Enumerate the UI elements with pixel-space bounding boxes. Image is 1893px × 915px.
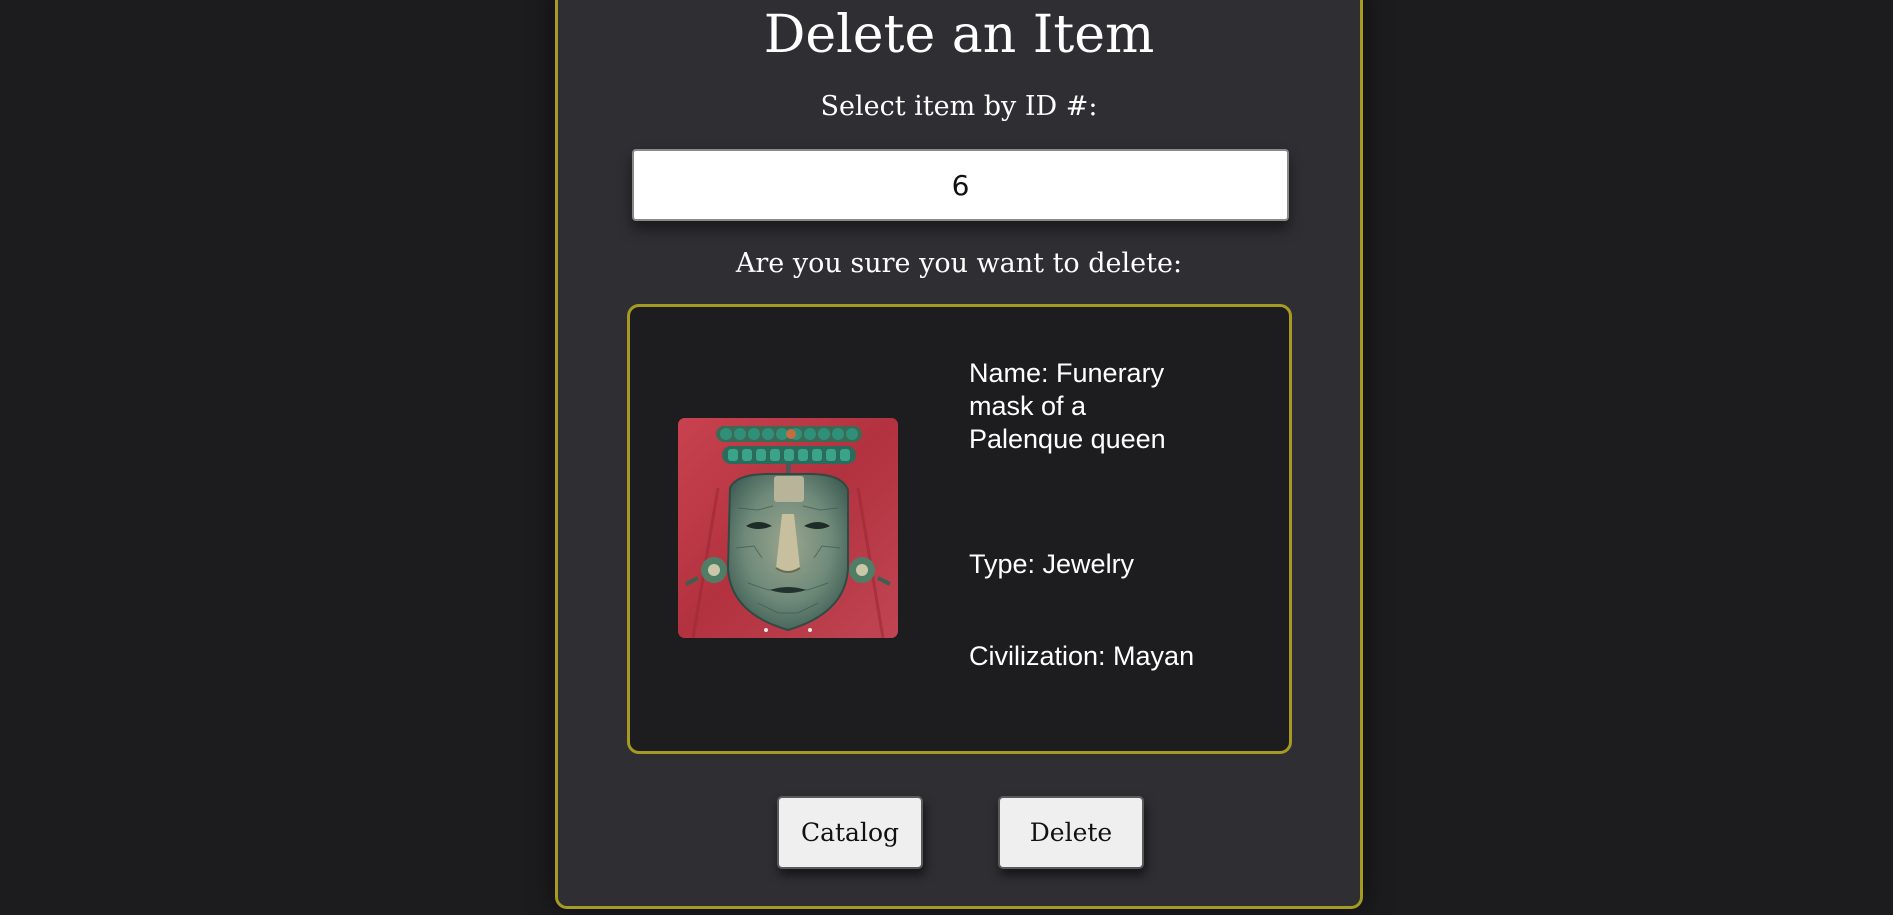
item-civilization: Civilization: Mayan xyxy=(969,641,1195,671)
delete-item-panel: Delete an Item Select item by ID #: Are … xyxy=(555,0,1363,909)
item-id-input[interactable] xyxy=(632,149,1289,221)
select-id-label: Select item by ID #: xyxy=(820,91,1098,122)
item-name: Name: Funerary mask of a Palenque queen xyxy=(969,358,1166,454)
jade-mask-image xyxy=(678,418,898,638)
confirm-delete-label: Are you sure you want to delete: xyxy=(735,248,1183,279)
page-title: Delete an Item xyxy=(763,5,1155,65)
catalog-button[interactable]: Catalog xyxy=(777,796,923,869)
item-image xyxy=(678,418,898,638)
item-preview-card: Name: Funerary mask of a Palenque queen … xyxy=(627,304,1292,754)
item-type: Type: Jewelry xyxy=(969,549,1135,579)
delete-button[interactable]: Delete xyxy=(998,796,1144,869)
